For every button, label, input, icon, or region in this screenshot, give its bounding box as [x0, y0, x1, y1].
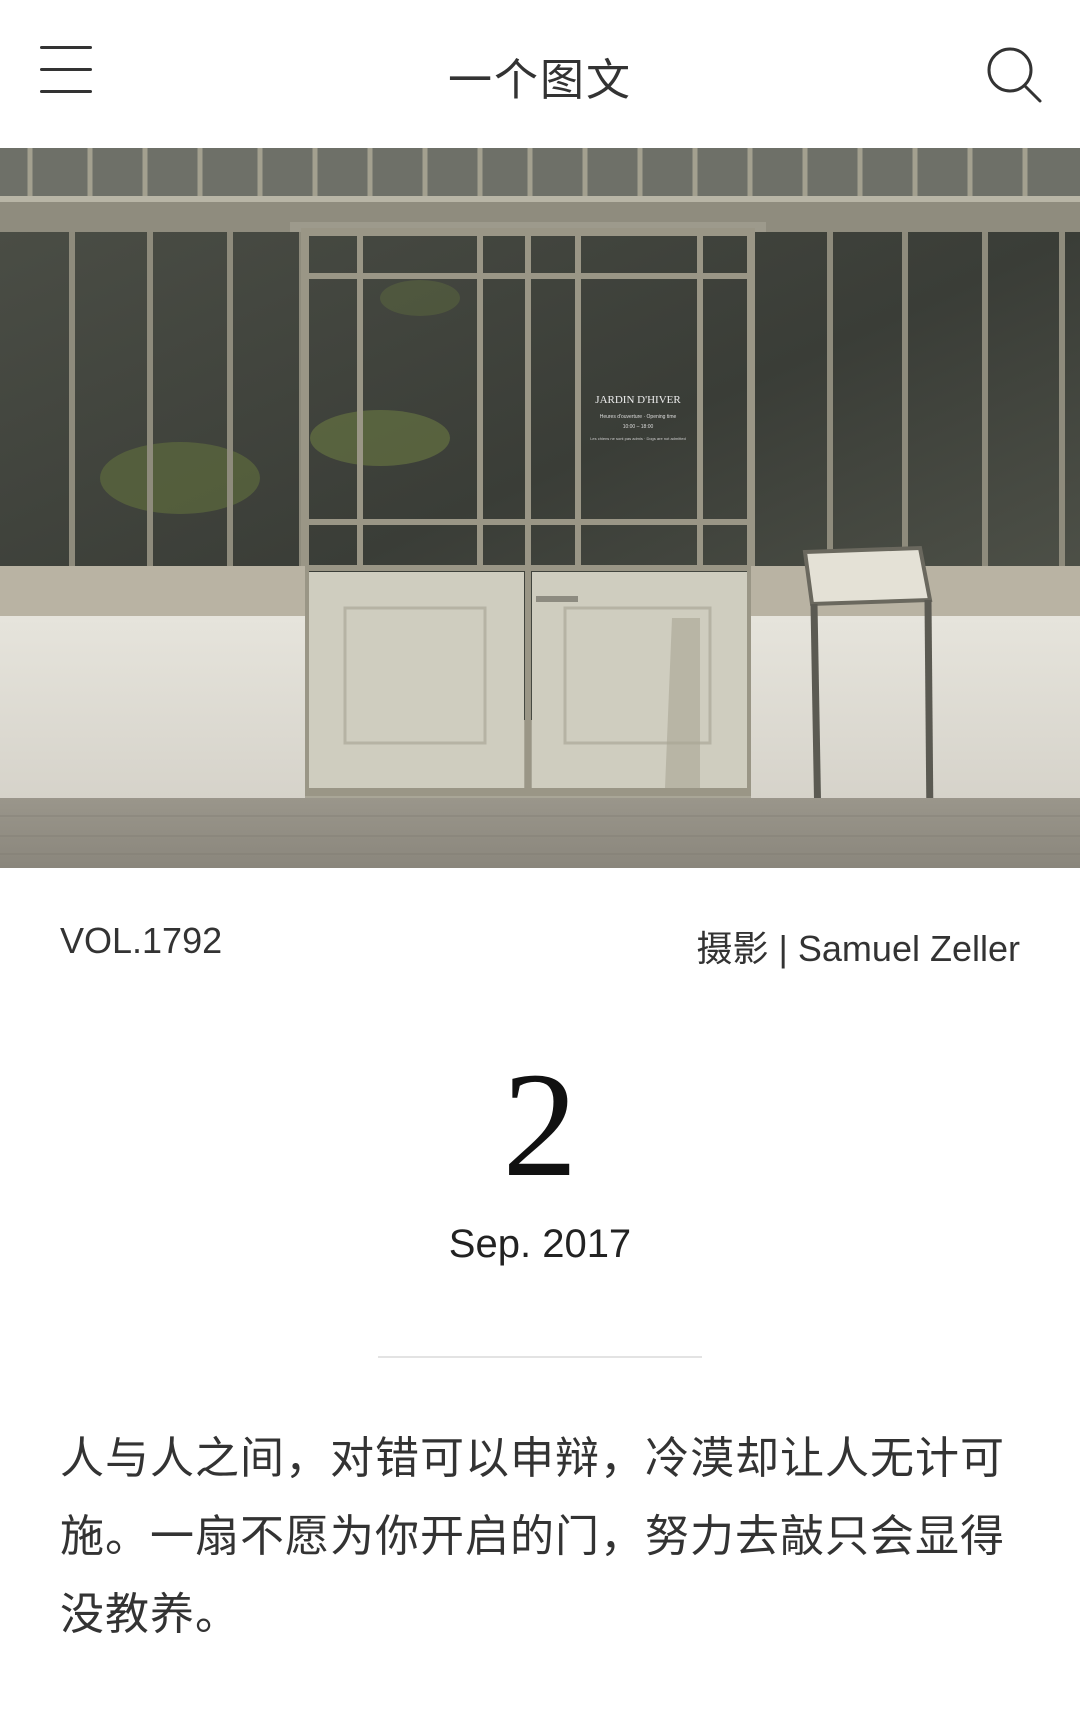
cover-photo[interactable]: JARDIN D'HIVER Heures d'ouverture · Open…	[0, 148, 1080, 868]
search-button[interactable]	[984, 44, 1046, 106]
meta-row: VOL.1792 摄影 | Samuel Zeller	[60, 920, 1020, 970]
door-sign-line3: Les chiens ne sont pas admis · Dogs are …	[590, 436, 686, 441]
page-title: 一个图文	[448, 55, 632, 106]
top-bar: 一个图文	[0, 0, 1080, 148]
volume-number: VOL.1792	[60, 920, 223, 961]
door-sign-title: JARDIN D'HIVER	[595, 394, 681, 406]
photo-credit: 摄影 | Samuel Zeller	[696, 928, 1020, 969]
search-icon	[987, 47, 1042, 103]
door-sign-line1: Heures d'ouverture · Opening time	[600, 414, 677, 420]
door-sign-line2: 10:00 – 18:00	[623, 424, 654, 430]
date-day: 2	[502, 1042, 578, 1208]
date-month-year: Sep. 2017	[448, 1222, 632, 1266]
quote-text: 人与人之间，对错可以申辩，冷漠却让人无计可施。一扇不愿为你开启的门，努力去敲只会…	[60, 1433, 1005, 1640]
divider	[378, 1356, 702, 1358]
